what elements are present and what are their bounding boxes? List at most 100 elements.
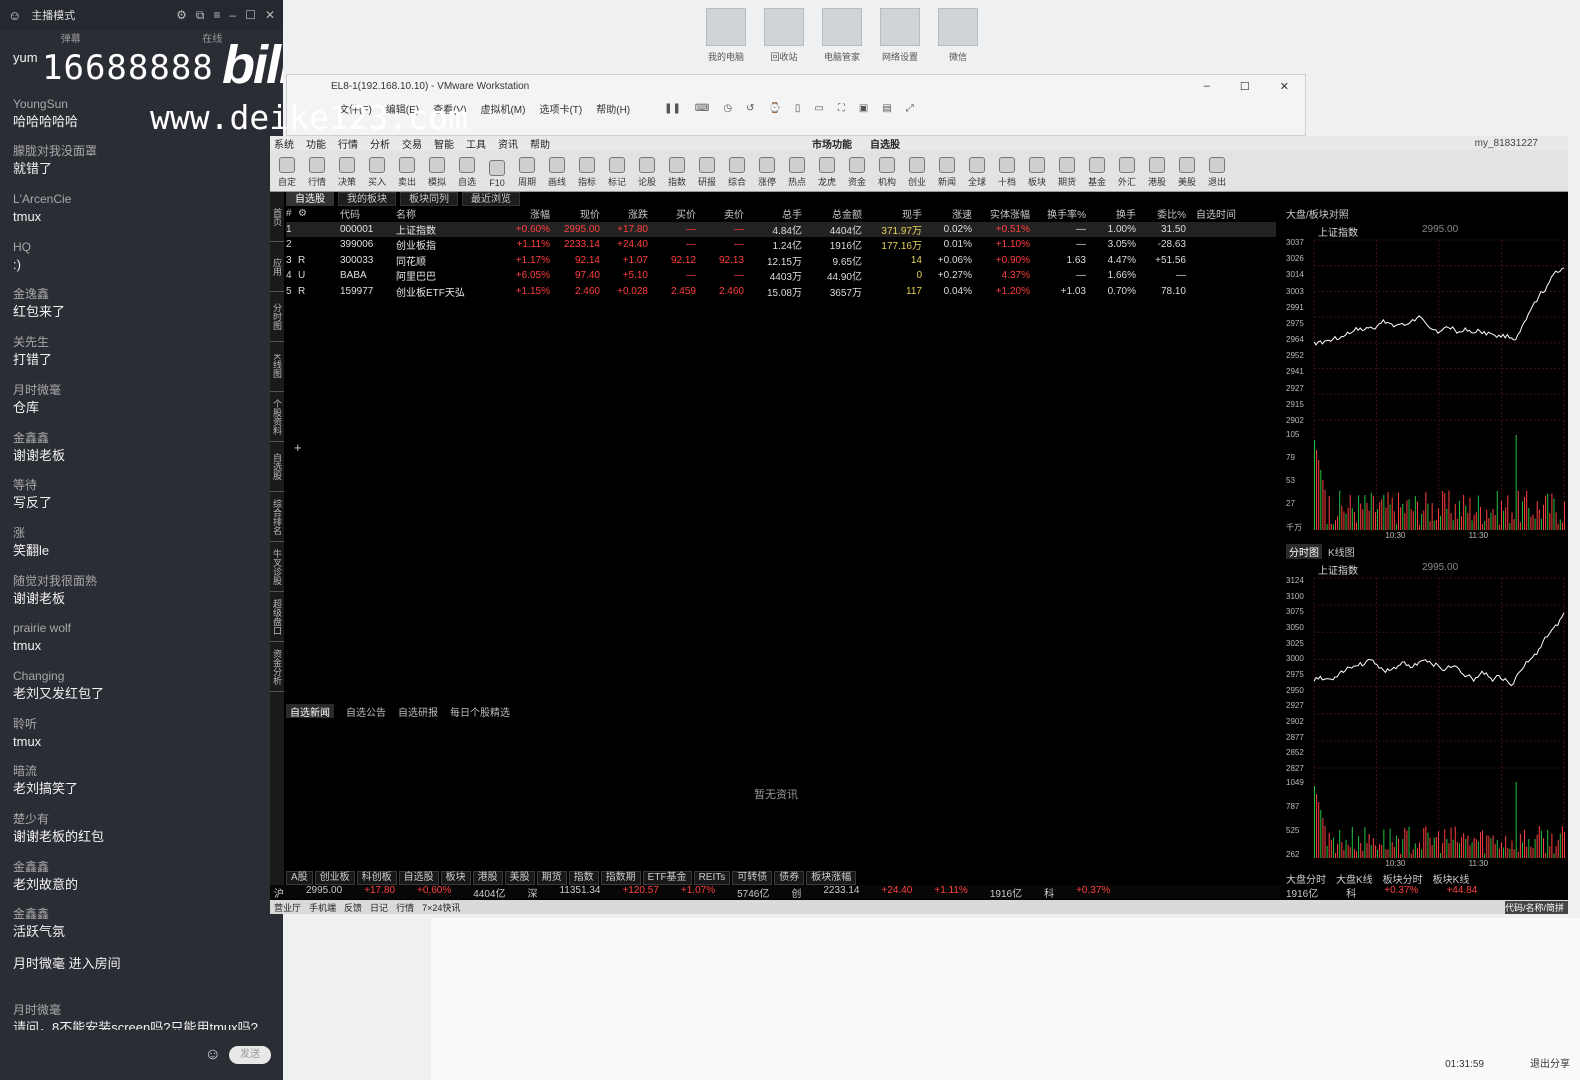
toolbar-button[interactable]: F10 <box>486 160 508 188</box>
chart-bottom-tab[interactable]: 大盘K线 <box>1336 871 1373 886</box>
sidebar-view-icon[interactable]: ▯ <box>795 103 801 114</box>
toolbar-button[interactable]: 资金 <box>846 157 868 188</box>
grid-header-cell[interactable]: 名称 <box>396 206 490 221</box>
sector-tab[interactable]: 创业板 <box>314 871 355 885</box>
sector-tab[interactable]: ETF基金 <box>642 871 692 885</box>
toolbar-button[interactable]: 十档 <box>996 157 1018 188</box>
grid-header-cell[interactable]: 实体涨幅 <box>976 206 1034 221</box>
toolbar-button[interactable]: 模拟 <box>426 157 448 188</box>
grid-header-cell[interactable]: 自选时间 <box>1190 206 1240 221</box>
news-tab[interactable]: 自选公告 <box>346 704 386 719</box>
side-tab[interactable]: 个股资料 <box>270 392 284 442</box>
statusbar-item[interactable]: 日记 <box>370 901 388 914</box>
grid-header-cell[interactable]: 涨幅 <box>490 206 554 221</box>
vmware-close-icon[interactable]: ✕ <box>1280 80 1289 93</box>
toolbar-button[interactable]: 美股 <box>1176 157 1198 188</box>
chart-bottom-tab[interactable]: 板块K线 <box>1433 871 1470 886</box>
side-tab[interactable]: 分时图 <box>270 292 284 342</box>
sector-tab[interactable]: 指数期 <box>600 871 641 885</box>
code-search-input[interactable]: 代码/名称/简拼 <box>1504 900 1568 914</box>
sector-tab[interactable]: 科创板 <box>356 871 397 885</box>
app-menu-item[interactable]: 交易 <box>402 136 422 151</box>
side-tab[interactable]: 首页 <box>270 192 284 242</box>
watchlist-subtab[interactable]: 自选股 <box>286 192 334 206</box>
statusbar-item[interactable]: 手机端 <box>309 901 336 914</box>
settings-icon[interactable]: ⚙ <box>176 8 187 23</box>
vmware-menu-help[interactable]: 帮助(H) <box>596 101 630 116</box>
table-row[interactable]: 1 000001 上证指数 +0.60% 2995.00 +17.80 — — 4.84亿 440… <box>286 221 1276 237</box>
minimize-icon[interactable]: – <box>229 8 236 23</box>
chat-username[interactable]: 涨 <box>13 525 283 541</box>
toolbar-button[interactable]: 行情 <box>306 157 328 188</box>
grid-header-cell[interactable]: 总手 <box>748 206 806 221</box>
desktop-icon[interactable]: 回收站 <box>761 8 807 63</box>
chat-username[interactable]: 聆听 <box>13 716 283 732</box>
chat-username[interactable]: 朦胧对我没面罩 <box>13 143 283 159</box>
chat-username[interactable]: L'ArcenCie <box>13 191 283 207</box>
add-stock-button[interactable]: + <box>294 440 302 455</box>
app-center-tab[interactable]: 自选股 <box>870 136 900 151</box>
toolbar-button[interactable]: 新闻 <box>936 157 958 188</box>
app-menu-item[interactable]: 智能 <box>434 136 454 151</box>
vmware-menu-vm[interactable]: 虚拟机(M) <box>480 101 525 116</box>
toolbar-button[interactable]: 热点 <box>786 157 808 188</box>
toolbar-button[interactable]: 指数 <box>666 157 688 188</box>
chat-username[interactable]: Changing <box>13 668 283 684</box>
grid-header-cell[interactable]: 现手 <box>866 206 926 221</box>
vmware-maximize-icon[interactable]: ☐ <box>1240 80 1250 93</box>
sector-tab[interactable]: 板块涨幅 <box>806 871 857 885</box>
chat-username[interactable]: 金逸鑫 <box>13 286 283 302</box>
popout-icon[interactable]: ⧉ <box>196 8 205 23</box>
grid-header-cell[interactable]: 买价 <box>652 206 700 221</box>
sector-tab[interactable]: 债券 <box>774 871 805 885</box>
vmware-menu-tabs[interactable]: 选项卡(T) <box>539 101 582 116</box>
chat-username[interactable]: 随觉对我很面熟 <box>13 573 283 589</box>
toolbar-button[interactable]: 决策 <box>336 157 358 188</box>
chat-username[interactable]: prairie wolf <box>13 620 283 636</box>
grid-header-cell[interactable]: 涨速 <box>926 206 976 221</box>
side-tab[interactable]: K线图 <box>270 342 284 392</box>
news-tab[interactable]: 每日个股精选 <box>450 704 510 719</box>
intraday-chart-2[interactable]: 上证指数 2995.00 3124 3100 3075 3050 3025 3000 297… <box>1282 558 1568 871</box>
watchlist-subtab[interactable]: 板块同列 <box>400 192 458 206</box>
grid-header-cell[interactable]: 卖价 <box>700 206 748 221</box>
chat-username[interactable]: 月时微毫 <box>13 1002 283 1018</box>
tab-online[interactable]: 在线 <box>202 30 222 45</box>
chat-username[interactable]: 金鑫鑫 <box>13 906 283 922</box>
intraday-chart-1[interactable]: 上证指数 2995.00 3037 3026 3014 3003 2991 2975 296… <box>1282 220 1568 544</box>
toolbar-button[interactable]: 创业 <box>906 157 928 188</box>
sector-tab[interactable]: 板块 <box>440 871 471 885</box>
sector-tab[interactable]: 美股 <box>504 871 535 885</box>
chat-username[interactable]: HQ <box>13 239 283 255</box>
desktop-icon[interactable]: 电脑管家 <box>819 8 865 63</box>
toolbar-button[interactable]: 卖出 <box>396 157 418 188</box>
sector-tab[interactable]: 可转债 <box>732 871 773 885</box>
snapshot-manager-icon[interactable]: ⌚ <box>768 103 780 114</box>
account-id[interactable]: my_81831227 <box>1475 138 1568 149</box>
menu-icon[interactable]: ≡ <box>213 8 220 23</box>
console-icon[interactable]: ▤ <box>882 103 891 114</box>
side-tab[interactable]: 自选股 <box>270 442 284 492</box>
emoji-icon[interactable]: ☺ <box>205 1046 221 1064</box>
chart-bottom-tab[interactable]: 板块分时 <box>1383 871 1423 886</box>
unity-icon[interactable]: ▣ <box>859 103 868 114</box>
toolbar-button[interactable]: 自选 <box>456 157 478 188</box>
close-icon[interactable]: ✕ <box>265 8 275 23</box>
sector-tab[interactable]: 港股 <box>472 871 503 885</box>
table-row[interactable]: 3 R 300033 同花顺 +1.17% 92.14 +1.07 92.12 92.13 12.… <box>286 253 1276 269</box>
chat-username[interactable]: 金鑫鑫 <box>13 430 283 446</box>
sector-tab[interactable]: A股 <box>286 871 313 885</box>
chat-username[interactable]: 暗流 <box>13 763 283 779</box>
app-menu-item[interactable]: 帮助 <box>530 136 550 151</box>
news-tab[interactable]: 自选研报 <box>398 704 438 719</box>
grid-header-cell[interactable]: # <box>286 208 298 219</box>
statusbar-item[interactable]: 行情 <box>396 901 414 914</box>
toolbar-button[interactable]: 港股 <box>1146 157 1168 188</box>
desktop-icon[interactable]: 微信 <box>935 8 981 63</box>
side-tab[interactable]: 应用 <box>270 242 284 292</box>
app-menu-item[interactable]: 行情 <box>338 136 358 151</box>
app-center-tab[interactable]: 市场功能 <box>812 136 852 151</box>
statusbar-item[interactable]: 7×24快讯 <box>422 901 460 914</box>
side-tab[interactable]: 牛叉诊股 <box>270 542 284 592</box>
vmware-minimize-icon[interactable]: – <box>1204 80 1210 93</box>
